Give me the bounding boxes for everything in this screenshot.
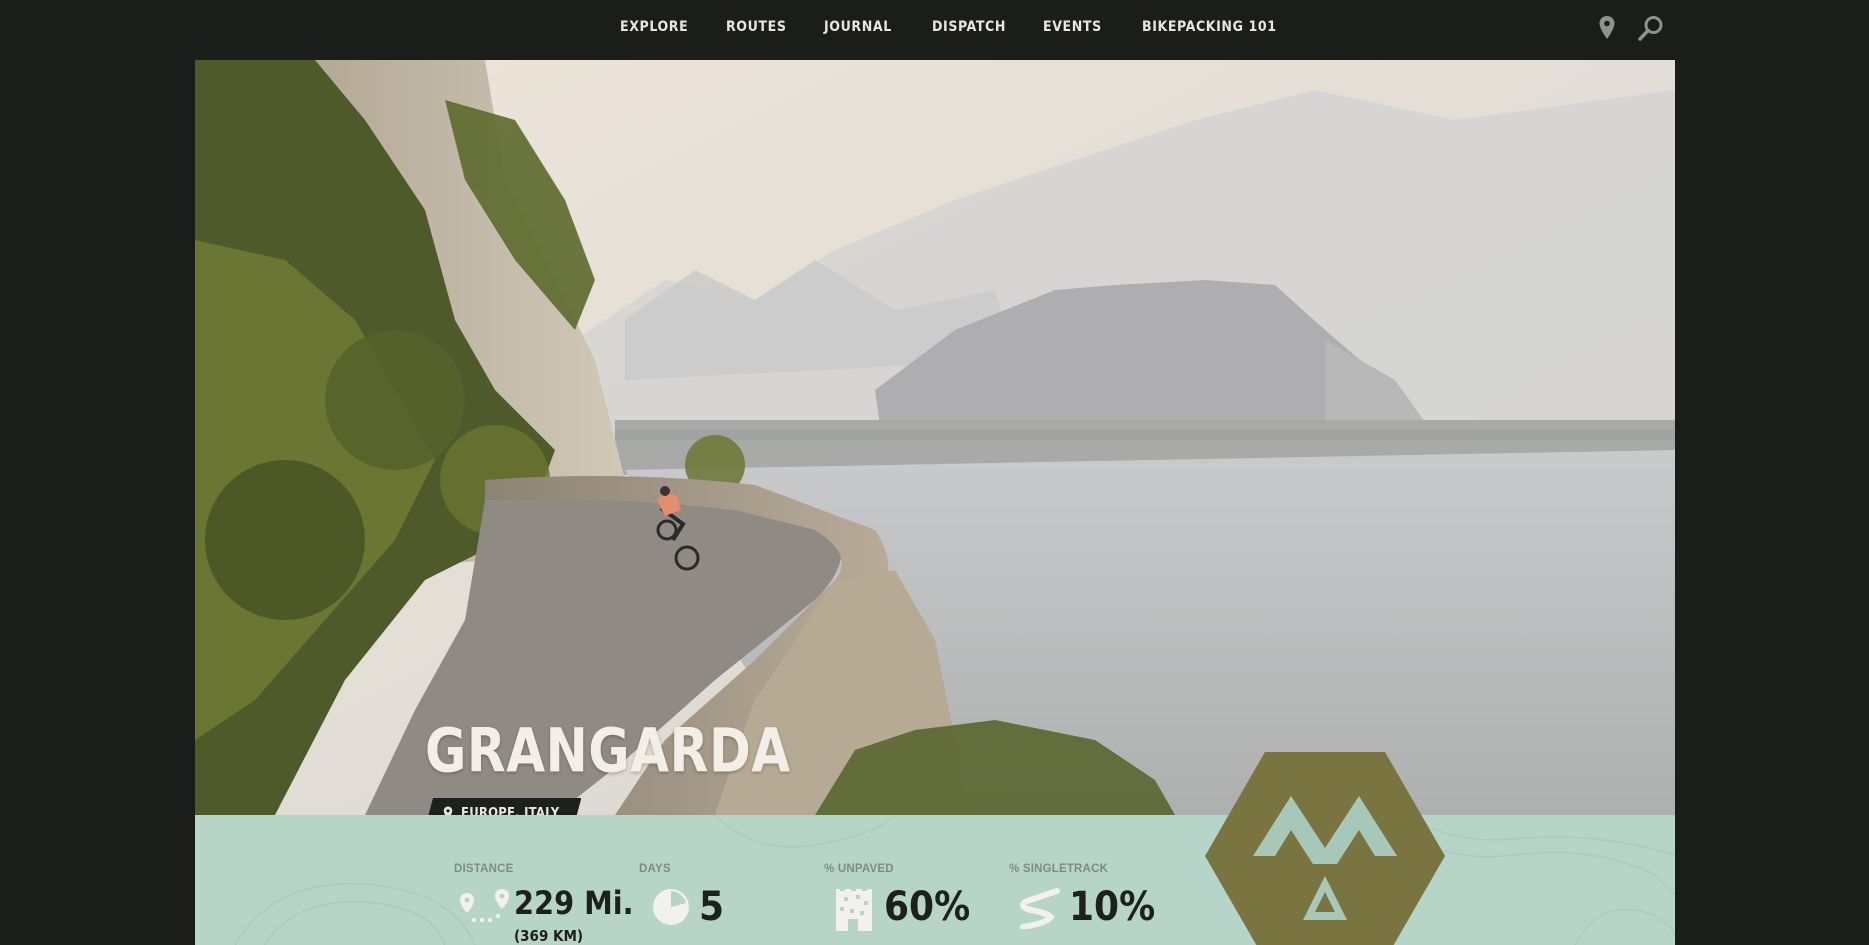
route-stats-band: DISTANCE 229 Mi. (369 KM) DAYS 5 % UNPAV… xyxy=(195,815,1675,945)
search-icon[interactable] xyxy=(1636,13,1666,43)
days-clock-icon xyxy=(653,889,689,925)
map-pin-icon[interactable] xyxy=(1592,13,1622,43)
top-navigation: EXPLORE ROUTES JOURNAL DISPATCH EVENTS B… xyxy=(0,0,1869,60)
nav-explore[interactable]: EXPLORE xyxy=(620,19,688,35)
singletrack-trail-icon xyxy=(1020,888,1060,929)
distance-route-icon xyxy=(460,889,509,923)
hero-landscape-illustration xyxy=(195,60,1675,815)
location-pin-icon xyxy=(443,806,453,816)
route-title: GRANGARDA xyxy=(425,716,791,787)
stat-distance-km: (369 KM) xyxy=(514,927,584,945)
stat-singletrack-label: % SINGLETRACK xyxy=(1009,863,1109,875)
stat-unpaved-value: 60% xyxy=(884,884,971,930)
unpaved-gravel-icon xyxy=(836,885,872,931)
route-location-tag[interactable]: EUROPE, ITALY xyxy=(425,798,581,815)
route-badge-logo xyxy=(1205,752,1445,945)
stat-days-value: 5 xyxy=(699,884,725,930)
hero-image: GRANGARDA EUROPE, ITALY xyxy=(195,60,1675,815)
stat-singletrack-value: 10% xyxy=(1069,884,1156,930)
nav-journal[interactable]: JOURNAL xyxy=(824,19,892,35)
nav-bikepacking-101[interactable]: BIKEPACKING 101 xyxy=(1142,19,1277,35)
nav-events[interactable]: EVENTS xyxy=(1043,19,1102,35)
nav-dispatch[interactable]: DISPATCH xyxy=(932,19,1006,35)
stat-days-label: DAYS xyxy=(639,863,671,875)
stat-distance-value: 229 Mi. xyxy=(514,884,634,922)
stat-distance-label: DISTANCE xyxy=(454,863,514,875)
route-location-label: EUROPE, ITALY xyxy=(461,805,560,815)
nav-routes[interactable]: ROUTES xyxy=(726,19,787,35)
main-menu: EXPLORE ROUTES JOURNAL DISPATCH EVENTS B… xyxy=(0,0,1869,60)
stat-unpaved-label: % UNPAVED xyxy=(824,863,894,875)
